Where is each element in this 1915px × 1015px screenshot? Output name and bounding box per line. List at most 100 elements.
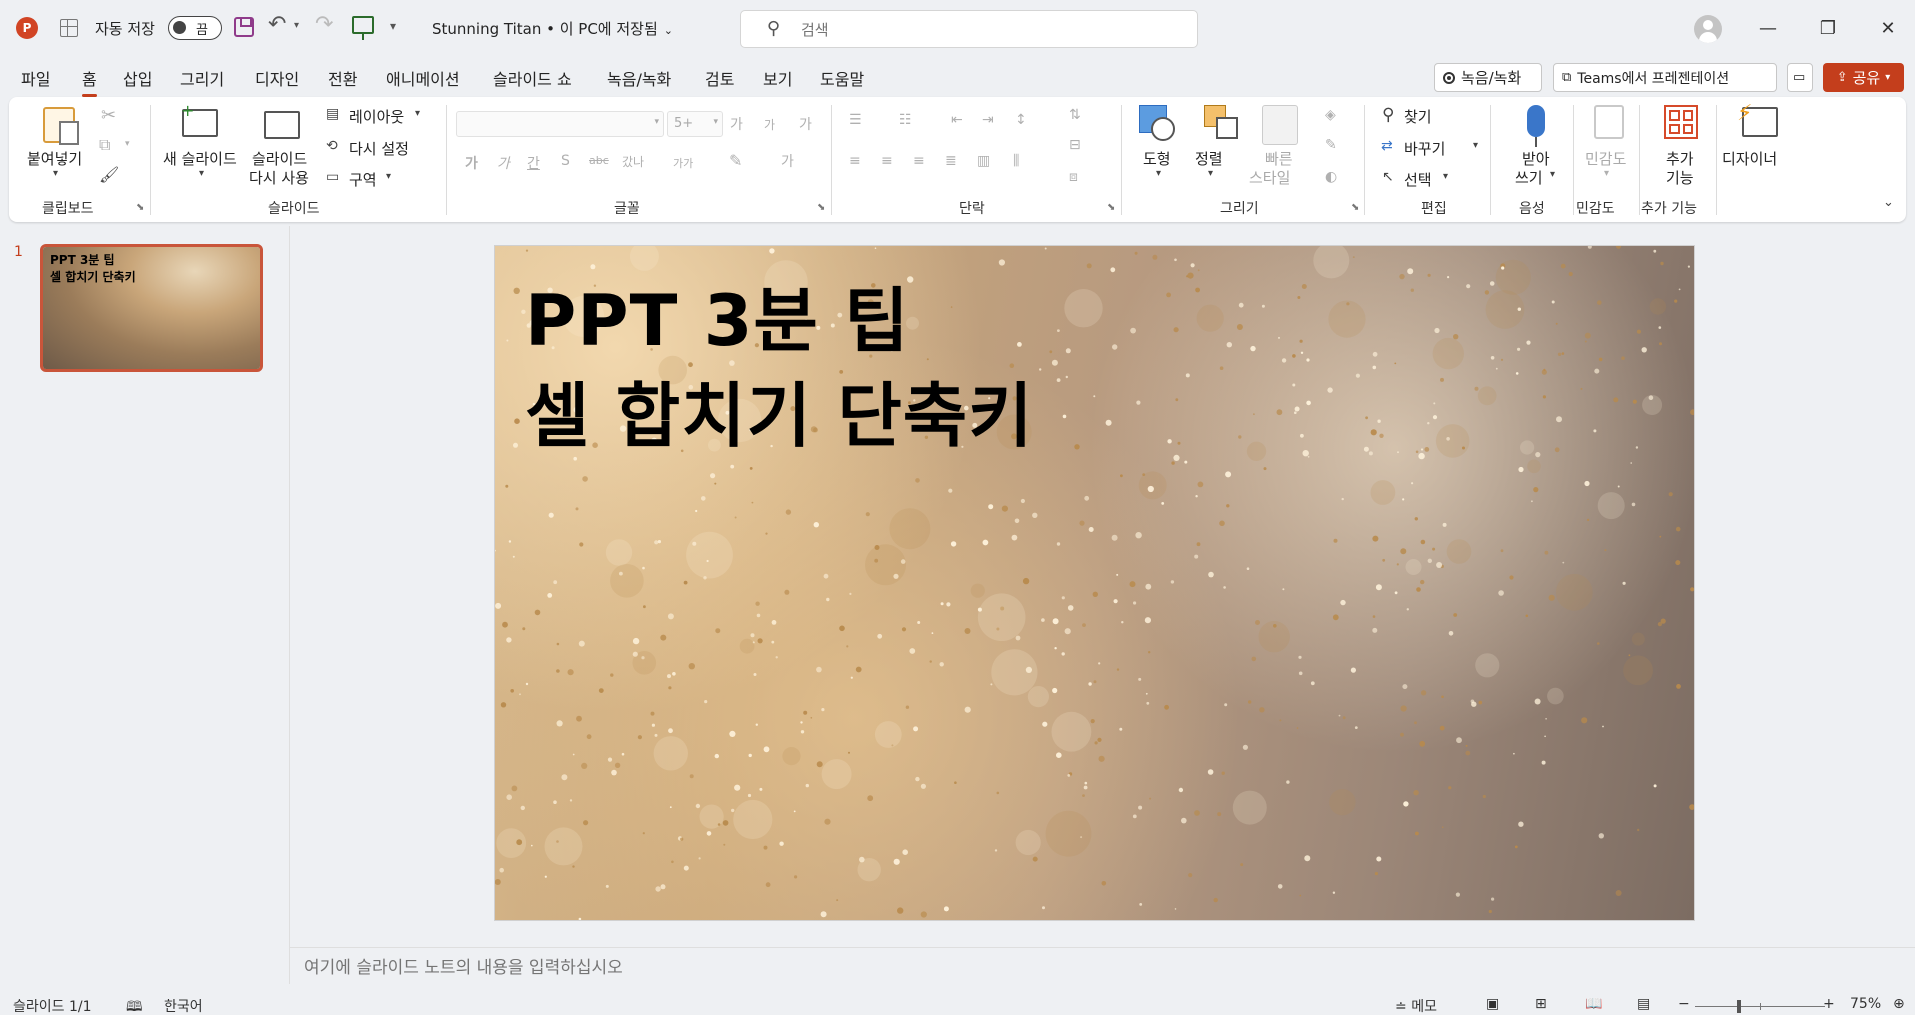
reuse-slides-icon[interactable] bbox=[264, 111, 300, 139]
notes-toggle[interactable]: ≐ 메모 bbox=[1395, 996, 1437, 1015]
shape-effects-icon[interactable]: ◐ bbox=[1325, 169, 1337, 185]
drawing-launcher-icon[interactable]: ⬊ bbox=[1351, 202, 1359, 213]
slide-sorter-icon[interactable]: ⊞ bbox=[1535, 996, 1547, 1012]
undo-icon[interactable]: ↶ bbox=[268, 12, 286, 37]
font-color-icon[interactable]: 가 bbox=[781, 151, 794, 171]
shrink-font-icon[interactable]: 가 bbox=[764, 116, 775, 133]
select-icon[interactable]: ↖ bbox=[1382, 169, 1394, 185]
char-spacing-icon[interactable]: 갔나 bbox=[622, 153, 644, 170]
tab-animations[interactable]: 애니메이션 bbox=[386, 66, 460, 90]
slide-thumbnail[interactable]: PPT 3분 팁 셀 합치기 단축키 bbox=[40, 244, 263, 372]
replace-button[interactable]: 바꾸기 bbox=[1404, 138, 1445, 159]
customize-qat-icon[interactable]: ▾ bbox=[390, 19, 396, 33]
reset-button[interactable]: 다시 설정 bbox=[349, 138, 409, 159]
copy-icon[interactable]: ⧉ bbox=[99, 135, 110, 155]
tab-review[interactable]: 검토 bbox=[705, 66, 734, 90]
arrange-dropdown-icon[interactable]: ▾ bbox=[1208, 168, 1213, 179]
fit-to-window-icon[interactable]: ⊕ bbox=[1893, 996, 1905, 1012]
clear-formatting-icon[interactable]: 가 bbox=[799, 114, 812, 134]
section-dropdown-icon[interactable]: ▾ bbox=[386, 171, 391, 182]
select-button[interactable]: 선택 bbox=[1404, 169, 1432, 190]
layout-grid-icon[interactable] bbox=[60, 19, 78, 37]
highlight-icon[interactable]: ✎ bbox=[729, 151, 742, 170]
tab-record[interactable]: 녹음/녹화 bbox=[607, 66, 671, 90]
zoom-level[interactable]: 75% bbox=[1850, 996, 1881, 1012]
search-box[interactable]: ⚲ bbox=[740, 10, 1198, 48]
dictate-icon[interactable] bbox=[1527, 105, 1545, 147]
bullets-icon[interactable]: ☰ bbox=[849, 112, 862, 128]
section-button[interactable]: 구역 bbox=[349, 169, 377, 190]
bold-icon[interactable]: 가 bbox=[465, 153, 478, 173]
reset-icon[interactable]: ⟲ bbox=[326, 138, 338, 154]
clipboard-launcher-icon[interactable]: ⬊ bbox=[136, 202, 144, 213]
justify-icon[interactable]: ≣ bbox=[945, 153, 957, 169]
shape-outline-icon[interactable]: ✎ bbox=[1325, 137, 1337, 153]
zoom-slider-thumb[interactable] bbox=[1737, 1000, 1741, 1013]
shapes-label[interactable]: 도형 bbox=[1143, 148, 1171, 169]
smartart-icon[interactable]: ⧈ bbox=[1069, 169, 1078, 185]
shape-fill-icon[interactable]: ◈ bbox=[1325, 107, 1336, 123]
numbering-icon[interactable]: ☷ bbox=[899, 112, 912, 128]
minimize-icon[interactable]: — bbox=[1753, 14, 1783, 44]
tab-view[interactable]: 보기 bbox=[763, 66, 792, 90]
layout-icon[interactable]: ▤ bbox=[326, 106, 339, 122]
quick-styles-label-2[interactable]: 스타일 bbox=[1249, 167, 1290, 188]
font-launcher-icon[interactable]: ⬊ bbox=[817, 202, 825, 213]
language[interactable]: 한국어 bbox=[164, 996, 203, 1015]
new-slide-label[interactable]: 새 슬라이드 bbox=[163, 148, 237, 169]
record-button[interactable]: 녹음/녹화 bbox=[1434, 63, 1542, 92]
zoom-in-button[interactable]: + bbox=[1823, 996, 1835, 1012]
align-left-icon[interactable]: ≡ bbox=[849, 153, 861, 169]
undo-dropdown-icon[interactable]: ▾ bbox=[294, 20, 299, 31]
italic-icon[interactable]: 가 bbox=[497, 153, 510, 173]
decrease-indent-icon[interactable]: ⇤ bbox=[951, 112, 963, 128]
paste-label[interactable]: 붙여넣기 bbox=[27, 148, 82, 169]
change-case-icon[interactable]: 가가 bbox=[673, 155, 693, 171]
align-text-icon[interactable]: ⊟ bbox=[1069, 137, 1081, 153]
redo-icon[interactable]: ↷ bbox=[315, 12, 333, 37]
replace-icon[interactable]: ⇄ bbox=[1381, 138, 1393, 154]
shapes-dropdown-icon[interactable]: ▾ bbox=[1156, 168, 1161, 179]
dictate-label-1[interactable]: 받아 bbox=[1522, 148, 1550, 169]
distributed-icon[interactable]: ▥ bbox=[977, 153, 990, 169]
align-center-icon[interactable]: ≡ bbox=[881, 153, 893, 169]
cut-icon[interactable]: ✂ bbox=[101, 105, 116, 126]
addins-label-2[interactable]: 기능 bbox=[1666, 167, 1694, 188]
notes-pane[interactable] bbox=[290, 947, 1915, 987]
tab-home[interactable]: 홈 bbox=[82, 66, 97, 97]
new-slide-dropdown-icon[interactable]: ▾ bbox=[199, 168, 204, 179]
addins-label-1[interactable]: 추가 bbox=[1666, 148, 1694, 169]
align-right-icon[interactable]: ≡ bbox=[913, 153, 925, 169]
dictate-label-2[interactable]: 쓰기 bbox=[1515, 167, 1543, 188]
paragraph-launcher-icon[interactable]: ⬊ bbox=[1107, 202, 1115, 213]
tab-draw[interactable]: 그리기 bbox=[180, 66, 224, 90]
designer-label[interactable]: 디자이너 bbox=[1722, 148, 1777, 169]
strikethrough-icon[interactable]: abc bbox=[589, 154, 609, 167]
reuse-slides-label-2[interactable]: 다시 사용 bbox=[249, 167, 309, 188]
grow-font-icon[interactable]: 가 bbox=[730, 114, 743, 134]
select-dropdown-icon[interactable]: ▾ bbox=[1443, 171, 1448, 182]
present-from-start-icon[interactable] bbox=[352, 16, 374, 40]
save-icon[interactable] bbox=[234, 17, 254, 37]
document-title[interactable]: Stunning Titan • 이 PC에 저장됨 ⌄ bbox=[432, 18, 673, 39]
find-icon[interactable]: ⚲ bbox=[1382, 105, 1394, 125]
paste-dropdown-icon[interactable]: ▾ bbox=[53, 168, 58, 179]
layout-dropdown-icon[interactable]: ▾ bbox=[415, 108, 420, 119]
tab-transitions[interactable]: 전환 bbox=[328, 66, 357, 90]
underline-icon[interactable]: 간 bbox=[527, 153, 540, 173]
ribbon-collapse-icon[interactable]: ⌄ bbox=[1883, 195, 1894, 210]
panel-divider[interactable] bbox=[289, 226, 290, 984]
autosave-toggle[interactable]: 끔 bbox=[168, 16, 222, 40]
format-painter-icon[interactable]: 🖌 bbox=[99, 165, 119, 184]
tab-insert[interactable]: 삽입 bbox=[123, 66, 152, 90]
notes-input[interactable] bbox=[304, 956, 1204, 980]
search-input[interactable] bbox=[801, 19, 1181, 41]
increase-indent-icon[interactable]: ⇥ bbox=[982, 112, 994, 128]
sensitivity-dropdown-icon[interactable]: ▾ bbox=[1604, 168, 1609, 179]
text-direction-icon[interactable]: ⇅ bbox=[1069, 107, 1081, 123]
tab-file[interactable]: 파일 bbox=[21, 66, 50, 90]
line-spacing-icon[interactable]: ↕ bbox=[1015, 112, 1027, 128]
normal-view-icon[interactable]: ▣ bbox=[1486, 996, 1499, 1012]
slide-title[interactable]: PPT 3분 팁 셀 합치기 단축키 bbox=[525, 274, 1034, 464]
columns-icon[interactable]: ⫼ bbox=[1013, 153, 1019, 169]
